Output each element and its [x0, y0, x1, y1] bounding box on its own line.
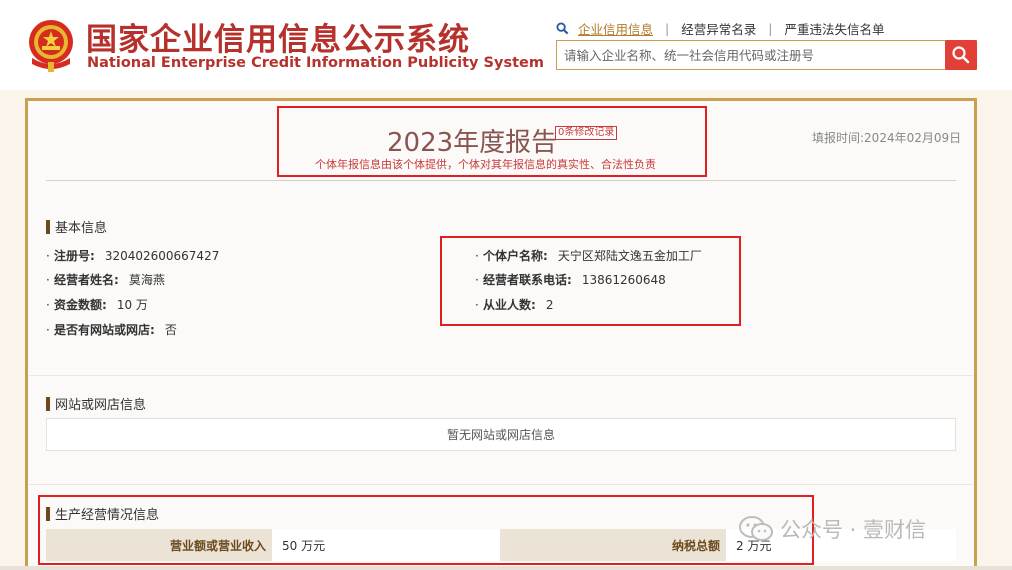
section-title-text: 生产经营情况信息: [55, 508, 160, 523]
watermark: 公众号 · 壹财信: [738, 514, 926, 544]
site-title-en: National Enterprise Credit Information P…: [87, 55, 544, 71]
search-icon: [556, 21, 569, 34]
field-contact-phone: · 经营者联系电话: 13861260648: [475, 273, 666, 287]
search-input[interactable]: [557, 41, 945, 69]
section-marker: [46, 506, 50, 521]
nav-abnormal-list[interactable]: 经营异常名录: [681, 19, 756, 38]
nav-enterprise-credit[interactable]: 企业信用信息: [578, 19, 653, 38]
nav-separator: |: [665, 20, 670, 36]
search-box: [556, 40, 977, 70]
field-operator-name: · 经营者姓名: 莫海燕: [46, 273, 165, 287]
site-title-cn: 国家企业信用信息公示系统: [86, 22, 470, 58]
revenue-label: 营业额或营业收入: [46, 529, 272, 561]
field-has-website: · 是否有网站或网店: 否: [46, 323, 177, 337]
nav-separator: |: [768, 20, 773, 36]
field-registration-no: · 注册号: 320402600667427: [46, 249, 220, 263]
search-button[interactable]: [945, 40, 977, 70]
section-title-website: 网站或网店信息: [46, 394, 146, 413]
revenue-value: 50 万元: [272, 529, 500, 561]
national-emblem-icon: [29, 20, 73, 72]
website-empty-state: 暂无网站或网店信息: [46, 418, 956, 451]
section-title-text: 网站或网店信息: [55, 398, 147, 413]
watermark-text: 公众号 · 壹财信: [780, 518, 927, 542]
top-nav: 企业信用信息 | 经营异常名录 | 严重违法失信名单: [556, 19, 884, 38]
site-header: 国家企业信用信息公示系统 National Enterprise Credit …: [0, 0, 1012, 90]
fill-time: 填报时间:2024年02月09日: [812, 131, 962, 145]
section-marker: [46, 219, 50, 234]
wechat-icon: [739, 516, 773, 541]
section-divider: [29, 375, 973, 376]
tax-label: 纳税总额: [500, 529, 726, 561]
report-title: 2023年度报告: [387, 128, 558, 158]
section-marker: [46, 396, 50, 411]
field-employees: · 从业人数: 2: [475, 298, 554, 312]
report-disclaimer: 个体年报信息由该个体提供，个体对其年报信息的真实性、合法性负责: [315, 158, 656, 171]
nav-blacklist[interactable]: 严重违法失信名单: [784, 19, 884, 38]
section-divider: [29, 484, 973, 485]
field-capital: · 资金数额: 10 万: [46, 298, 148, 312]
bottom-strip: [0, 566, 1012, 570]
modify-record-link[interactable]: 0条修改记录: [555, 126, 618, 140]
field-business-name: · 个体户名称: 天宁区郑陆文逸五金加工厂: [475, 249, 702, 263]
magnifier-icon: [952, 46, 970, 64]
section-title-production: 生产经营情况信息: [46, 504, 159, 523]
header-divider: [46, 180, 956, 181]
section-title-text: 基本信息: [55, 221, 108, 236]
section-title-basic: 基本信息: [46, 217, 107, 236]
